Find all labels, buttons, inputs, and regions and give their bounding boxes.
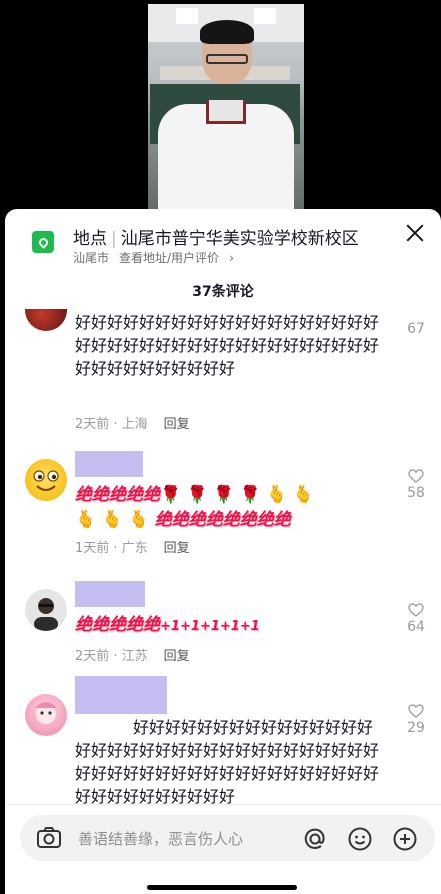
location-pin-icon <box>32 231 54 253</box>
like-button[interactable]: 64 <box>401 603 431 635</box>
camera-icon[interactable] <box>36 826 62 854</box>
comment-meta: 2天前 · 江苏 回复 <box>75 645 190 664</box>
comment-meta: 2天前 · 上海 回复 <box>75 413 190 432</box>
at-mention-icon[interactable] <box>302 826 328 856</box>
chevron-right-icon: › <box>229 251 234 265</box>
username-redacted[interactable] <box>75 451 143 477</box>
close-icon[interactable] <box>403 221 427 245</box>
heart-icon <box>408 603 424 617</box>
reply-button[interactable]: 回复 <box>164 649 190 664</box>
avatar[interactable] <box>25 694 67 736</box>
comment-time: 2天前 · 上海 <box>75 417 148 432</box>
input-placeholder: 善语结善缘，恶言伤人心 <box>78 830 244 848</box>
comment-text-part: 绝绝绝绝绝绝绝绝 <box>154 510 291 530</box>
like-count: 58 <box>407 485 425 501</box>
comment-time: 1天前 · 广东 <box>75 541 148 556</box>
location-name: 汕尾市普宁华美实验学校新校区 <box>120 229 359 249</box>
like-count: 64 <box>407 619 425 635</box>
heart-icon <box>408 469 424 483</box>
comment-input-bar: 善语结善缘，恶言伤人心 <box>5 804 441 894</box>
location-title[interactable]: 地点 | 汕尾市普宁华美实验学校新校区 <box>73 224 359 249</box>
comment-text: 好好好好好好好好好好好好好好好好好好好好好好好好好好好好好好好好好好好好好好好好… <box>75 718 380 804</box>
comment-time: 2天前 · 江苏 <box>75 649 148 664</box>
heart-icon <box>408 704 424 718</box>
comment-sheet: 地点 | 汕尾市普宁华美实验学校新校区 汕尾市 查看地址/用户评价 › 37条评论 好好… <box>5 209 441 894</box>
comment-input[interactable]: 善语结善缘，恶言伤人心 <box>20 815 435 861</box>
comment-list[interactable]: 好好好好好好好好好好好好好好好好好好好好好好好好好好好好好好好好好好好好好好好好… <box>5 309 441 804</box>
like-button[interactable]: 58 <box>401 469 431 501</box>
username-redacted[interactable] <box>75 676 167 714</box>
comment-text: 绝绝绝绝绝+1+1+1+1+1 <box>75 613 385 639</box>
avatar[interactable] <box>25 309 67 331</box>
reply-button[interactable]: 回复 <box>164 417 190 432</box>
comment-text: 好好好好好好好好好好好好好好好好好好好好好好好好好好好好好好好好好好好好好好好好… <box>75 313 380 378</box>
like-count: 29 <box>407 720 425 736</box>
add-icon[interactable] <box>392 826 418 856</box>
home-indicator[interactable] <box>147 885 297 890</box>
like-count: 67 <box>407 321 425 337</box>
location-city: 汕尾市 <box>73 251 110 265</box>
comment-text-part: +1+1+1+1+1 <box>160 619 260 634</box>
avatar[interactable] <box>25 589 67 631</box>
location-label: 地点 <box>73 229 107 249</box>
comment-text: 绝绝绝绝绝🌹 🌹 🌹 🌹 🫰 🫰 🫰 🫰 🫰 绝绝绝绝绝绝绝绝 <box>75 485 315 530</box>
like-button[interactable]: 67 <box>401 309 431 337</box>
emoji-icon[interactable] <box>347 826 373 856</box>
comment-text-part: 绝绝绝绝绝 <box>75 485 160 505</box>
video-player[interactable] <box>0 0 441 215</box>
username-redacted[interactable] <box>75 581 145 607</box>
comment-count: 37条评论 <box>192 284 254 300</box>
comment-meta: 1天前 · 广东 回复 <box>75 537 190 556</box>
like-button[interactable]: 29 <box>401 704 431 736</box>
comment-text-part: 绝绝绝绝绝 <box>75 615 160 635</box>
location-subtitle[interactable]: 汕尾市 查看地址/用户评价 › <box>73 249 234 266</box>
avatar[interactable] <box>25 459 67 501</box>
location-link[interactable]: 查看地址/用户评价 <box>119 251 219 265</box>
video-frame <box>148 4 304 215</box>
reply-button[interactable]: 回复 <box>164 541 190 556</box>
location-header[interactable]: 地点 | 汕尾市普宁华美实验学校新校区 汕尾市 查看地址/用户评价 › <box>5 209 441 269</box>
